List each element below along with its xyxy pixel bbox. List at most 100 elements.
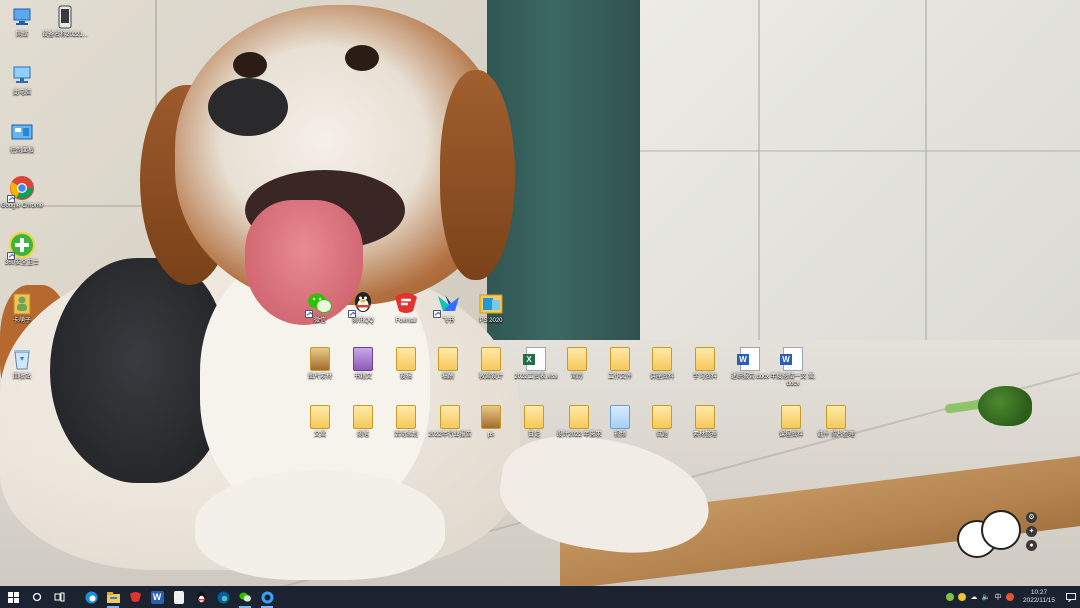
cloud-icon[interactable]: ☁ <box>968 586 980 608</box>
folder-icon <box>649 404 675 430</box>
task-view-button[interactable] <box>48 586 70 608</box>
desktop-icon-folder[interactable]: 讲座资料 <box>640 346 684 381</box>
notification-center-icon[interactable] <box>1062 586 1080 608</box>
taskbar-app-explorer[interactable] <box>102 586 124 608</box>
desktop-icon-label: 卡萌子 <box>12 318 31 324</box>
taskbar-clock[interactable]: 10:27 2022/11/15 <box>1016 589 1062 605</box>
desktop-icon-folder[interactable]: 稿酬 <box>426 346 470 381</box>
desktop-icon-folder[interactable]: 投稿 <box>384 346 428 381</box>
taskbar-app-qq[interactable] <box>190 586 212 608</box>
desktop-icon-label: 设计2022 年需求 <box>556 432 602 438</box>
desktop-icon-folder[interactable]: ps <box>469 404 513 439</box>
folder-icon <box>393 346 419 372</box>
folder-icon <box>435 346 461 372</box>
desktop-icon-label: 年度总结一文 案.docx <box>770 374 816 387</box>
desktop-icon-360[interactable]: 360安全卫士 <box>0 232 44 267</box>
desktop-icon-recycle-bin[interactable]: 回收站 <box>0 346 44 381</box>
desktop-icon-label: Google Chrome <box>0 203 44 209</box>
desktop-icon-network[interactable]: 网络 <box>0 4 44 39</box>
desktop-icon-folder[interactable]: 2022年行业报告 <box>426 404 474 439</box>
desktop-icon-folder[interactable]: 视频 <box>598 404 642 439</box>
desktop-icon-folder[interactable]: 学习资料 <box>683 346 727 381</box>
taskbar-app-wechat[interactable] <box>234 586 256 608</box>
recycle-bin-icon <box>9 346 35 372</box>
desktop-icon-folder[interactable]: 文案 <box>298 404 342 439</box>
desktop-icon-label: 投稿 <box>399 374 412 380</box>
desktop-icon-label: 书籍文 <box>353 374 372 380</box>
desktop-icon-label: 设备名称20221... <box>42 32 88 38</box>
search-icon <box>31 591 44 604</box>
desktop-icon-folder[interactable]: 活动策划 <box>384 404 428 439</box>
desktop-icon-chrome[interactable]: Google Chrome <box>0 175 44 210</box>
dog-back-patch <box>50 258 225 483</box>
dog-paw-right <box>493 425 717 565</box>
desktop-icon-control-panel[interactable]: 控制面板 <box>0 120 44 155</box>
desktop-icon-folder[interactable]: 试题 <box>640 404 684 439</box>
sticker-user-icon[interactable]: ● <box>1026 540 1037 551</box>
desktop-icon-word-file[interactable]: W 年度总结一文 案.docx <box>769 346 817 388</box>
desktop-icon-folder[interactable]: 教案设计 <box>469 346 513 381</box>
computer-icon <box>9 62 35 88</box>
desktop-icon-folder[interactable]: 工作文件 <box>598 346 642 381</box>
desktop-icon-folder[interactable]: 素材整理 <box>683 404 727 439</box>
network-icon <box>9 4 35 30</box>
security-guard-icon <box>7 232 35 260</box>
desktop-icon-folder[interactable]: 课程资料 <box>769 404 813 439</box>
desktop-icon-phone-file[interactable]: 设备名称20221... <box>42 4 88 39</box>
desktop-icon-label: 稿酬 <box>441 374 454 380</box>
tray-app-icon[interactable] <box>956 586 968 608</box>
desktop-icon-label: 教案设计 <box>478 374 503 380</box>
desktop-icon-folder[interactable]: 设计2022 年需求 <box>555 404 603 439</box>
taskbar-app-browser[interactable] <box>256 586 278 608</box>
start-button[interactable] <box>0 586 26 608</box>
taskbar-app-word[interactable]: W <box>146 586 168 608</box>
taskbar-app-notes[interactable] <box>168 586 190 608</box>
desktop-icon-label: PS 2020 <box>479 318 503 324</box>
desktop-icon-folder[interactable]: 随笔 <box>341 404 385 439</box>
search-button[interactable] <box>26 586 48 608</box>
folder-icon <box>692 346 718 372</box>
desktop-icon-wechat[interactable]: 微信 <box>298 290 342 325</box>
desktop-wallpaper <box>0 0 1080 586</box>
desktop-icon-label: 简历 <box>570 374 583 380</box>
sticker-character <box>981 510 1021 550</box>
desktop-icon-folder[interactable]: 证件 照片整理 <box>812 404 860 439</box>
desktop-icon-this-pc[interactable]: 此电脑 <box>0 62 44 97</box>
desktop-icon-folder[interactable]: 简历 <box>555 346 599 381</box>
desktop-icon-word-file[interactable]: W 述职报告.docx <box>726 346 774 381</box>
desktop-icon-ps2020[interactable]: PS 2020 <box>469 290 513 325</box>
folder-icon <box>307 346 333 372</box>
tray-app-icon[interactable] <box>944 586 956 608</box>
sticker-settings-icon[interactable]: ⚙ <box>1026 512 1037 523</box>
desktop-icon-label: 腾讯QQ <box>352 318 374 324</box>
user-folder-icon <box>9 290 35 316</box>
ime-indicator[interactable]: 中 <box>992 586 1004 608</box>
desktop-icon-qq[interactable]: 腾讯QQ <box>341 290 385 325</box>
sticker-action-icon[interactable]: ✦ <box>1026 526 1037 537</box>
volume-icon[interactable]: 🔈 <box>980 586 992 608</box>
desktop-icon-foxmail[interactable]: Foxmail <box>384 290 428 325</box>
wechat-taskbar-icon <box>238 591 252 604</box>
folder-icon <box>564 346 590 372</box>
desktop-icon-label: 视频 <box>613 432 626 438</box>
desktop-icon-folder[interactable]: 图片素材 <box>298 346 342 381</box>
desktop-icon-user[interactable]: 卡萌子 <box>0 290 44 325</box>
phone-file-icon <box>52 4 78 30</box>
desktop-icon-feishu[interactable]: 飞书 <box>426 290 470 325</box>
shortcut-arrow-icon <box>348 310 356 318</box>
tray-app-icon[interactable] <box>1004 586 1016 608</box>
notes-icon <box>174 590 184 604</box>
desktop-sticker-widget[interactable] <box>955 508 1025 560</box>
taskbar-app-foxmail[interactable] <box>124 586 146 608</box>
dog-paw-left <box>195 470 445 580</box>
taskbar-app-edge-dev[interactable] <box>212 586 234 608</box>
windows-start-icon <box>7 591 20 604</box>
desktop-icon-folder[interactable]: 书籍文 <box>341 346 385 381</box>
desktop-icon-folder[interactable]: 日记 <box>512 404 556 439</box>
taskbar-app-edge[interactable] <box>80 586 102 608</box>
desktop-icon-label: 活动策划 <box>393 432 418 438</box>
feishu-icon <box>433 290 461 318</box>
desktop-icon-excel-file[interactable]: X 2022工资表.xlsx <box>512 346 560 381</box>
sticker-controls: ⚙ ✦ ● <box>1026 512 1040 551</box>
chrome-icon <box>7 175 35 203</box>
